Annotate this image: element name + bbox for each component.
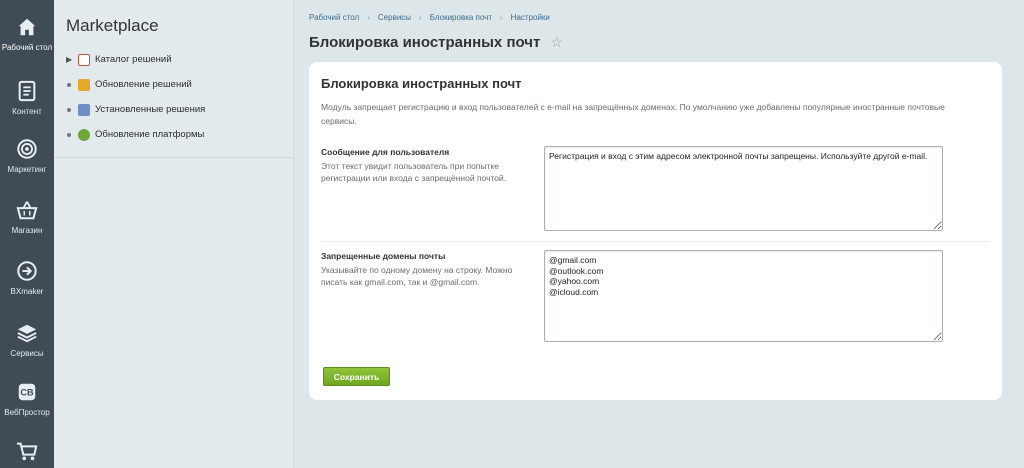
breadcrumb-item[interactable]: Блокировка почт bbox=[430, 13, 492, 22]
menu-item-platform-update[interactable]: Обновление платформы bbox=[66, 122, 292, 147]
rail-label: Контент bbox=[12, 107, 42, 116]
rail-item-services[interactable]: Сервисы bbox=[0, 318, 54, 358]
menu-item-installed[interactable]: Установленные решения bbox=[66, 97, 292, 122]
menu-title: Marketplace bbox=[66, 16, 159, 35]
catalog-icon bbox=[78, 53, 90, 66]
menu-divider bbox=[54, 157, 294, 158]
rail-label: Сервисы bbox=[10, 349, 44, 358]
field-divider bbox=[321, 241, 990, 242]
platform-update-icon bbox=[78, 128, 90, 141]
star-icon[interactable]: ☆ bbox=[550, 34, 563, 51]
menu-list: ▶ Каталог решений Обновление решений Уст… bbox=[66, 47, 292, 147]
layers-icon bbox=[12, 318, 42, 348]
rail-label: BXmaker bbox=[10, 287, 44, 296]
menu-item-catalog[interactable]: ▶ Каталог решений bbox=[66, 47, 292, 72]
menu-item-label: Обновление решений bbox=[95, 79, 192, 90]
rail-item-bxmaker[interactable]: BXmaker bbox=[0, 256, 54, 296]
installed-icon bbox=[78, 103, 90, 116]
rail-item-desktop[interactable]: Рабочий стол bbox=[0, 12, 54, 52]
save-button[interactable]: Сохранить bbox=[323, 367, 390, 386]
menu-item-label: Обновление платформы bbox=[95, 129, 205, 140]
menu-item-label: Каталог решений bbox=[95, 54, 172, 65]
basket-icon bbox=[12, 195, 42, 225]
settings-card: Блокировка иностранных почт Модуль запре… bbox=[309, 62, 1002, 400]
breadcrumb-item[interactable]: Сервисы bbox=[378, 13, 411, 22]
arrow-circle-icon bbox=[12, 256, 42, 286]
rail-label: ВебПростор bbox=[4, 408, 50, 417]
message-field-hint: Этот текст увидит пользователь при попыт… bbox=[321, 161, 507, 183]
main-content: Рабочий стол › Сервисы › Блокировка почт… bbox=[295, 0, 1024, 468]
rail-item-shop[interactable]: Магазин bbox=[0, 195, 54, 235]
page-title-text: Блокировка иностранных почт bbox=[309, 34, 541, 51]
page-title: Блокировка иностранных почт ☆ bbox=[309, 34, 563, 51]
menu-item-label: Установленные решения bbox=[95, 104, 206, 115]
rail-label: Рабочий стол bbox=[1, 43, 53, 52]
breadcrumb-item[interactable]: Настройки bbox=[511, 13, 550, 22]
card-title: Блокировка иностранных почт bbox=[321, 76, 522, 91]
rail-item-content[interactable]: Контент bbox=[0, 76, 54, 116]
home-icon bbox=[12, 12, 42, 42]
rail-item-cart[interactable] bbox=[0, 436, 54, 466]
domains-field-label: Запрещенные домены почты bbox=[321, 251, 446, 261]
target-icon bbox=[12, 134, 42, 164]
cart-icon bbox=[12, 436, 42, 466]
domains-field-hint: Указывайте по одному домену на строку. М… bbox=[321, 265, 513, 287]
update-icon bbox=[78, 78, 90, 91]
expand-arrow-icon[interactable]: ▶ bbox=[66, 55, 78, 64]
secondary-menu: Marketplace ▶ Каталог решений Обновление… bbox=[54, 0, 294, 468]
domains-textarea[interactable] bbox=[544, 250, 943, 342]
rail-label: Маркетинг bbox=[7, 165, 47, 174]
chevron-right-icon: › bbox=[419, 13, 422, 22]
rail-label: Магазин bbox=[11, 226, 43, 235]
svg-text:CB: CB bbox=[20, 388, 34, 398]
left-rail: Рабочий стол Контент Маркетинг Магазин B… bbox=[0, 0, 54, 468]
rail-item-webprostor[interactable]: CB ВебПростор bbox=[0, 377, 54, 417]
card-description: Модуль запрещает регистрацию и вход поль… bbox=[321, 102, 945, 126]
document-icon bbox=[12, 76, 42, 106]
message-textarea[interactable] bbox=[544, 146, 943, 231]
webprostor-icon: CB bbox=[12, 377, 42, 407]
chevron-right-icon: › bbox=[367, 13, 370, 22]
message-field-label: Сообщение для пользователя bbox=[321, 147, 450, 157]
breadcrumb: Рабочий стол › Сервисы › Блокировка почт… bbox=[309, 13, 550, 22]
chevron-right-icon: › bbox=[500, 13, 503, 22]
rail-item-marketing[interactable]: Маркетинг bbox=[0, 134, 54, 174]
breadcrumb-item[interactable]: Рабочий стол bbox=[309, 13, 359, 22]
menu-item-updates[interactable]: Обновление решений bbox=[66, 72, 292, 97]
